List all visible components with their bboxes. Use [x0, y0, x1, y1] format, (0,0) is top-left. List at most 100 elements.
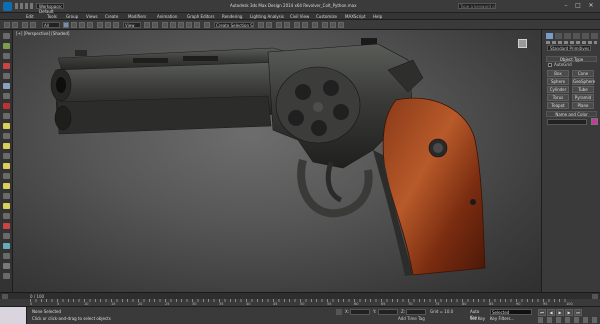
menu-edit[interactable]: Edit: [26, 13, 34, 20]
menu-rendering[interactable]: Rendering: [222, 13, 242, 20]
pivot-center-icon[interactable]: [144, 22, 150, 28]
mirror-icon[interactable]: [258, 22, 264, 28]
set-key-button[interactable]: Set Key: [470, 316, 485, 321]
spinner-snap-icon[interactable]: [194, 22, 200, 28]
object-name-input[interactable]: [547, 119, 587, 125]
subdivision-icon[interactable]: [3, 93, 10, 99]
sphere-button[interactable]: Sphere: [547, 78, 569, 85]
lock-selection-icon[interactable]: [336, 309, 342, 315]
motion-tab-icon[interactable]: [573, 33, 580, 39]
redo-icon[interactable]: [12, 22, 18, 28]
select-object-icon[interactable]: [63, 22, 69, 28]
box-button[interactable]: Box: [547, 70, 569, 77]
menu-modifiers[interactable]: Modifiers: [128, 13, 146, 20]
hierarchy-tab-icon[interactable]: [564, 33, 571, 39]
object-color-swatch[interactable]: [591, 118, 598, 125]
menu-lighting-analysis[interactable]: Lighting Analysis: [250, 13, 284, 20]
shrink-icon[interactable]: [3, 163, 10, 169]
minimize-icon[interactable]: –: [560, 2, 572, 10]
menu-animation[interactable]: Animation: [157, 13, 177, 20]
percent-snap-icon[interactable]: [186, 22, 192, 28]
selection-filter-dropdown[interactable]: All: [42, 22, 60, 28]
selection-icon[interactable]: [3, 73, 10, 79]
align-view-icon[interactable]: [3, 113, 10, 119]
grow-icon[interactable]: [3, 153, 10, 159]
target-weld-icon[interactable]: [3, 243, 10, 249]
snap-toggle-icon[interactable]: [170, 22, 176, 28]
cut-icon[interactable]: [3, 213, 10, 219]
plane-button[interactable]: Plane: [572, 102, 594, 109]
properties-icon[interactable]: [3, 123, 10, 129]
modify-tab-icon[interactable]: [555, 33, 562, 39]
move-icon[interactable]: [97, 22, 103, 28]
revolver-model[interactable]: [13, 30, 541, 292]
x-coordinate-field[interactable]: [350, 309, 370, 315]
workspace-dropdown[interactable]: Workspace: Default: [36, 3, 64, 14]
auto-key-button[interactable]: Auto Key: [470, 309, 482, 320]
geometry-icon[interactable]: [3, 83, 10, 89]
menu-civil-view[interactable]: Civil View: [290, 13, 309, 20]
select-manipulate-icon[interactable]: [152, 22, 158, 28]
rendered-frame-icon[interactable]: [330, 22, 336, 28]
smooth-icon[interactable]: [3, 263, 10, 269]
torus-button[interactable]: Torus: [547, 94, 569, 101]
reference-coordinate-dropdown[interactable]: View: [123, 22, 141, 28]
add-time-tag[interactable]: Add Time Tag: [398, 316, 425, 321]
menu-customize[interactable]: Customize: [316, 13, 337, 20]
link-icon[interactable]: [22, 22, 28, 28]
track-bar[interactable]: 0 5 10 15 20 25 30 35 40 45 50 55 60 65 …: [0, 299, 600, 307]
polygon-modeling-icon[interactable]: [3, 43, 10, 49]
ring-icon[interactable]: [3, 143, 10, 149]
align-icon[interactable]: [266, 22, 272, 28]
window-crossing-icon[interactable]: [87, 22, 93, 28]
region-select-icon[interactable]: [79, 22, 85, 28]
cone-button[interactable]: Cone: [572, 70, 594, 77]
perspective-viewport[interactable]: [+] [Perspective] [Shaded]: [13, 30, 541, 292]
graphite-icon[interactable]: [3, 33, 10, 39]
menu-help[interactable]: Help: [373, 13, 382, 20]
create-tab-icon[interactable]: [546, 33, 553, 39]
chamfer-icon[interactable]: [3, 183, 10, 189]
select-by-name-icon[interactable]: [71, 22, 77, 28]
tube-button[interactable]: Tube: [572, 86, 594, 93]
maxscript-listener-thumb[interactable]: [0, 307, 27, 324]
weld-icon[interactable]: [3, 233, 10, 239]
z-coordinate-field[interactable]: [406, 309, 426, 315]
go-to-start-icon[interactable]: ⏮: [538, 309, 546, 316]
y-coordinate-field[interactable]: [378, 309, 398, 315]
slice-icon[interactable]: [3, 223, 10, 229]
loop-icon[interactable]: [3, 133, 10, 139]
keyboard-shortcut-icon[interactable]: [162, 22, 168, 28]
utilities-tab-icon[interactable]: [591, 33, 598, 39]
schematic-view-icon[interactable]: [302, 22, 308, 28]
play-icon[interactable]: ▶: [556, 309, 564, 316]
quick-access-icons[interactable]: [15, 3, 33, 9]
menu-group[interactable]: Group: [66, 13, 78, 20]
key-set-dropdown[interactable]: Selected: [490, 309, 532, 315]
edit-icon[interactable]: [3, 63, 10, 69]
teapot-button[interactable]: Teapot: [547, 102, 569, 109]
undo-icon[interactable]: [4, 22, 10, 28]
autogrid-checkbox[interactable]: [548, 63, 552, 67]
key-filters-button[interactable]: Key Filters...: [490, 316, 514, 321]
scale-icon[interactable]: [113, 22, 119, 28]
edit-named-selection-icon[interactable]: [204, 22, 210, 28]
render-production-icon[interactable]: [338, 22, 344, 28]
maximize-icon[interactable]: □: [572, 2, 584, 10]
named-selection-dropdown[interactable]: Create Selection Se: [214, 22, 254, 28]
curve-editor-icon[interactable]: [294, 22, 300, 28]
material-editor-icon[interactable]: [312, 22, 318, 28]
pyramid-button[interactable]: Pyramid: [572, 94, 594, 101]
angle-snap-icon[interactable]: [178, 22, 184, 28]
modify-icon[interactable]: [3, 53, 10, 59]
previous-frame-icon[interactable]: ◀: [547, 309, 555, 316]
connect-icon[interactable]: [3, 203, 10, 209]
bevel-icon[interactable]: [3, 193, 10, 199]
app-icon[interactable]: [3, 2, 12, 11]
layer-manager-icon[interactable]: [276, 22, 282, 28]
relax-icon[interactable]: [3, 253, 10, 259]
display-tab-icon[interactable]: [582, 33, 589, 39]
navigation-controls[interactable]: [538, 317, 598, 323]
graphite-toolbar-icon[interactable]: [284, 22, 290, 28]
collapse-icon[interactable]: [3, 273, 10, 279]
